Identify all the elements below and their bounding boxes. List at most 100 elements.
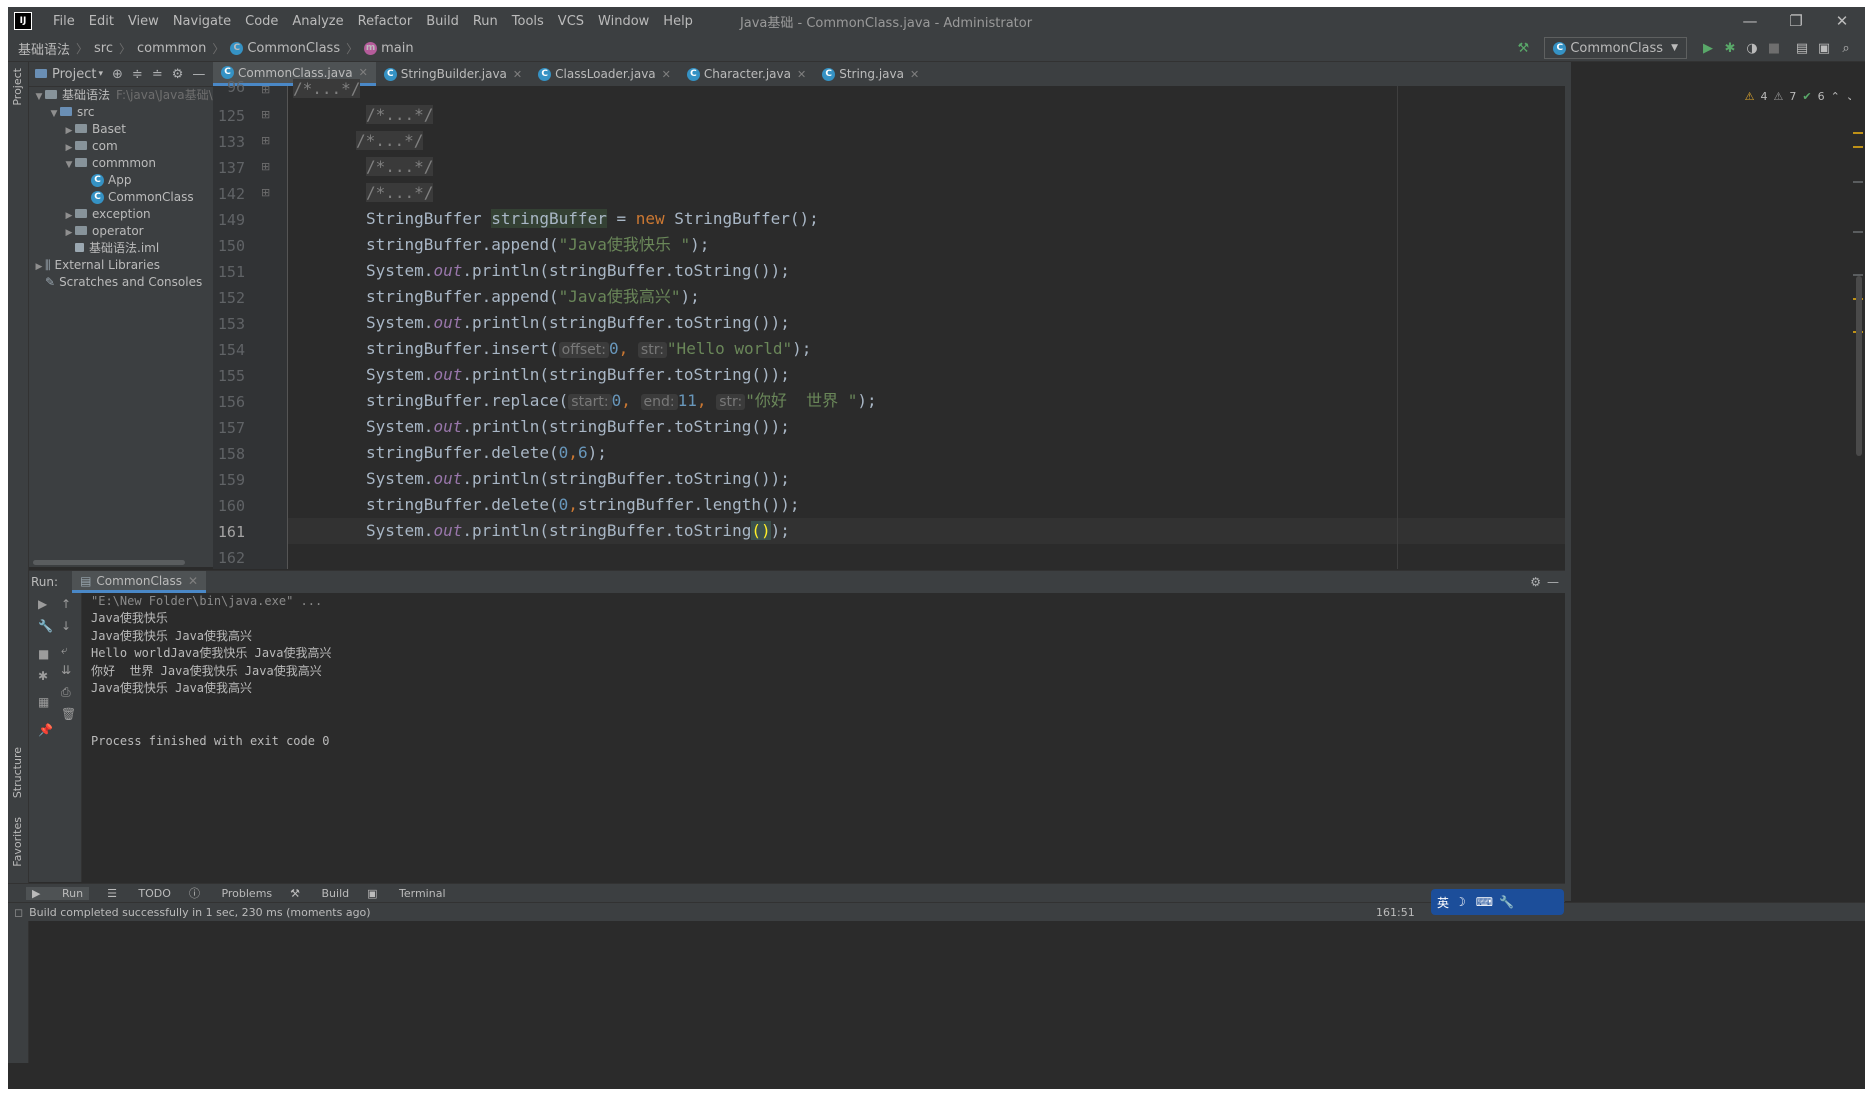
tree-item-src[interactable]: ▼ src [29, 104, 213, 121]
error-stripe-mark[interactable] [1853, 132, 1863, 134]
crumb-project[interactable]: 基础语法 [18, 39, 70, 58]
tree-item-exception[interactable]: ▶ exception [29, 206, 213, 223]
stop-icon[interactable]: ■ [1763, 41, 1785, 56]
coverage-icon[interactable]: ◑ [1741, 41, 1763, 56]
gear-icon[interactable]: ⚙ [172, 67, 184, 82]
horizontal-scrollbar[interactable] [33, 560, 185, 565]
error-stripe-mark[interactable] [1853, 146, 1863, 148]
close-button[interactable]: ✕ [1819, 7, 1865, 35]
tree-item-operator[interactable]: ▶ operator [29, 223, 213, 240]
crumb-method[interactable]: main [381, 41, 413, 56]
trash-icon[interactable]: 🗑 [61, 707, 76, 721]
status-toggle-icon[interactable]: ◻ [14, 906, 23, 919]
menu-vcs[interactable]: VCS [551, 14, 591, 29]
expand-all-icon[interactable]: ≑ [132, 67, 143, 82]
todo-tool-button[interactable]: ☰ TODO [107, 887, 171, 900]
soft-wrap-icon[interactable]: ⤶ [61, 643, 68, 658]
tree-item-scratches[interactable]: ✎ Scratches and Consoles [29, 274, 213, 291]
locate-icon[interactable]: ⊕ [112, 67, 123, 82]
tree-item-commmon[interactable]: ▼ commmon [29, 155, 213, 172]
fold-marker-icon[interactable]: ⊞ [261, 108, 270, 121]
error-stripe-mark[interactable] [1853, 231, 1863, 233]
arrow-down-icon[interactable]: ↓ [61, 619, 71, 633]
tree-item-baset[interactable]: ▶ Baset [29, 121, 213, 138]
folded-comment[interactable]: /*...*/ [366, 157, 434, 176]
menu-tools[interactable]: Tools [505, 14, 551, 29]
print-icon[interactable]: ⎙ [61, 685, 71, 700]
caret-position[interactable]: 161:51 [1376, 906, 1415, 919]
folded-comment[interactable]: /*...*/ [293, 79, 361, 98]
status-message[interactable]: Build completed successfully in 1 sec, 2… [29, 906, 370, 919]
tree-item-root[interactable]: ▼ 基础语法 F:\java\Java基础\基础 [29, 87, 237, 104]
build-tool-button[interactable]: ⚒ Build [290, 887, 349, 900]
close-tab-icon[interactable]: ✕ [513, 68, 522, 81]
folded-comment[interactable]: /*...*/ [356, 131, 424, 150]
close-tab-icon[interactable]: ✕ [797, 68, 806, 81]
hide-icon[interactable]: — [1547, 575, 1559, 589]
tab-string[interactable]: C String.java ✕ [814, 62, 927, 86]
fold-marker-icon[interactable]: ⊞ [261, 186, 270, 199]
menu-view[interactable]: View [121, 14, 166, 29]
menu-build[interactable]: Build [419, 14, 466, 29]
fold-marker-icon[interactable]: ⊞ [261, 160, 270, 173]
gear-icon[interactable]: ⚙ [1530, 575, 1541, 589]
tab-classloader[interactable]: C ClassLoader.java ✕ [530, 62, 679, 86]
folded-comment[interactable]: /*...*/ [366, 183, 434, 202]
crumb-package[interactable]: commmon [137, 41, 206, 56]
arrow-up-icon[interactable]: ↑ [61, 597, 71, 611]
close-tab-icon[interactable]: ✕ [662, 68, 671, 81]
rerun-icon[interactable]: ▶ [38, 597, 47, 611]
menu-refactor[interactable]: Refactor [351, 14, 420, 29]
scroll-to-end-icon[interactable]: ⇊ [61, 663, 71, 677]
run-icon[interactable]: ▶ [1697, 41, 1719, 56]
tab-character[interactable]: C Character.java ✕ [679, 62, 814, 86]
search-icon[interactable]: ⌕ [1835, 41, 1857, 56]
debug-icon[interactable]: ✱ [1719, 41, 1741, 56]
inspection-widget[interactable]: ⚠4 ⚠7 ✔6 ⌃ ⌄ [1745, 90, 1855, 103]
menu-analyze[interactable]: Analyze [285, 14, 350, 29]
menu-edit[interactable]: Edit [82, 14, 121, 29]
menu-help[interactable]: Help [656, 14, 700, 29]
editor-scrollbar[interactable] [1851, 86, 1865, 569]
menu-file[interactable]: File [46, 14, 82, 29]
menu-run[interactable]: Run [466, 14, 505, 29]
wrench-icon[interactable]: 🔧 [38, 619, 53, 633]
pin-icon[interactable]: 📌 [38, 723, 53, 737]
layout-icon[interactable]: ▦ [38, 695, 49, 709]
folded-comment[interactable]: /*...*/ [366, 105, 434, 124]
tree-item-external-libraries[interactable]: ▶ ⫼ External Libraries [29, 257, 213, 274]
menu-window[interactable]: Window [591, 14, 656, 29]
hammer-build-icon[interactable]: ⚒ [1512, 41, 1534, 56]
stop-icon[interactable]: ■ [38, 647, 49, 661]
fold-marker-icon[interactable]: ⊞ [261, 134, 270, 147]
tab-stringbuilder[interactable]: C StringBuilder.java ✕ [376, 62, 530, 86]
favorites-tool-button[interactable]: Favorites [11, 817, 24, 867]
console-output[interactable]: "E:\New Folder\bin\java.exe" ... Java使我快… [82, 593, 1565, 882]
restore-button[interactable]: ❐ [1773, 7, 1819, 35]
error-stripe-mark[interactable] [1853, 181, 1863, 183]
problems-tool-button[interactable]: ⓘ Problems [189, 885, 272, 901]
run-tool-button[interactable]: ▶ Run [26, 886, 90, 900]
fold-marker-icon[interactable]: ⊞ [261, 83, 270, 96]
close-tab-icon[interactable]: ✕ [188, 574, 198, 588]
code-editor[interactable]: /*...*/ /*...*/ /*...*/ /*...*/ /*...*/ … [288, 79, 1565, 569]
tree-item-iml[interactable]: 基础语法.iml [29, 240, 213, 257]
structure-tool-button[interactable]: Structure [11, 747, 24, 798]
run-configuration-select[interactable]: C CommonClass ▼ [1544, 37, 1687, 59]
tree-item-commonclass[interactable]: C CommonClass [29, 189, 213, 206]
project-tool-button[interactable]: Project [11, 68, 24, 106]
chevron-up-icon[interactable]: ⌃ [1831, 90, 1840, 103]
menu-code[interactable]: Code [238, 14, 285, 29]
minimize-button[interactable]: — [1727, 7, 1773, 35]
run-tab-commonclass[interactable]: ▤ CommonClass ✕ [72, 571, 207, 593]
tree-item-app[interactable]: C App [29, 172, 213, 189]
close-tab-icon[interactable]: ✕ [910, 68, 919, 81]
menu-navigate[interactable]: Navigate [166, 14, 238, 29]
tree-item-com[interactable]: ▶ com [29, 138, 213, 155]
collapse-all-icon[interactable]: ≐ [152, 67, 163, 82]
hide-icon[interactable]: — [192, 67, 205, 82]
bug-icon[interactable]: ✱ [38, 669, 48, 683]
crumb-class[interactable]: CommonClass [247, 41, 340, 56]
ime-indicator[interactable]: 英 ☽ ⌨ 🔧 [1431, 889, 1564, 915]
project-view-select[interactable]: Project [52, 67, 96, 82]
